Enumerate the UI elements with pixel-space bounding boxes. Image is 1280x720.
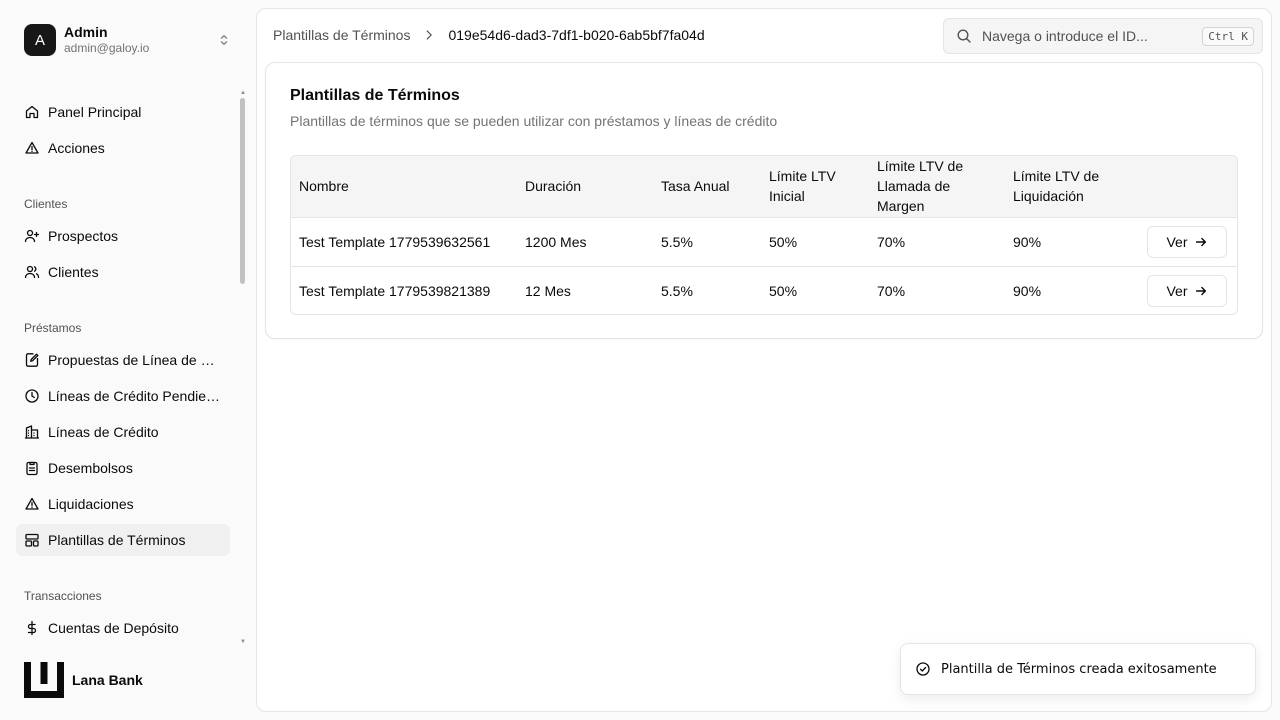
sidebar-item-propuestas[interactable]: Propuestas de Línea de Cr... — [16, 344, 230, 376]
table-row: Test Template 1779539821389 12 Mes 5.5% … — [291, 266, 1237, 314]
column-header-initial-ltv: Límite LTV Inicial — [769, 168, 836, 205]
cell-action: Ver — [1139, 217, 1237, 266]
dollar-icon — [27, 620, 37, 636]
cell-margin-ltv: 70% — [877, 282, 906, 299]
sidebar-item-label: Propuestas de Línea de Cr... — [48, 352, 222, 368]
view-button-label: Ver — [1166, 282, 1188, 299]
sidebar-item-label: Cuentas de Depósito — [48, 620, 179, 636]
sidebar-item-lineas-pendientes[interactable]: Líneas de Crédito Pendient... — [16, 380, 230, 412]
column-header-rate: Tasa Anual — [661, 178, 730, 195]
lana-bank-logo — [24, 662, 64, 698]
home-icon — [25, 105, 39, 119]
search-input[interactable] — [982, 28, 1203, 44]
sidebar-item-label: Líneas de Crédito Pendient... — [48, 388, 222, 404]
user-info: Admin admin@galoy.io — [64, 24, 216, 56]
brand: Lana Bank — [24, 662, 143, 698]
cell-rate: 5.5% — [661, 282, 693, 299]
sidebar-item-lineas-credito[interactable]: Líneas de Crédito — [16, 416, 230, 448]
users-icon — [24, 265, 40, 279]
main-panel: Plantillas de Términos 019e54d6-dad3-7df… — [256, 8, 1272, 712]
alert-triangle-icon — [25, 497, 39, 510]
cell-name: Test Template 1779539821389 — [299, 282, 491, 299]
user-name: Admin — [64, 24, 108, 40]
brand-name: Lana Bank — [72, 672, 143, 688]
scroll-down-arrow[interactable]: ▼ — [239, 639, 247, 645]
sidebar-item-label: Liquidaciones — [48, 496, 134, 512]
sidebar-item-plantillas[interactable]: Plantillas de Términos — [16, 524, 230, 556]
sidebar-item-desembolsos[interactable]: Desembolsos — [16, 452, 230, 484]
user-plus-icon — [24, 229, 40, 243]
breadcrumb: Plantillas de Términos 019e54d6-dad3-7df… — [273, 27, 705, 43]
cell-action: Ver — [1139, 266, 1237, 314]
alert-triangle-icon — [25, 141, 39, 154]
cell-duration: 1200 Mes — [525, 233, 587, 250]
sidebar-item-panel-principal[interactable]: Panel Principal — [16, 96, 230, 128]
search-icon — [957, 29, 971, 43]
column-header-margin-ltv: Límite LTV de Llamada de Margen — [877, 158, 964, 215]
user-email: admin@galoy.io — [64, 41, 150, 55]
sidebar-item-cuentas-deposito[interactable]: Cuentas de Depósito — [16, 612, 230, 644]
clock-icon — [25, 389, 39, 403]
templates-table: Nombre Duración Tasa Anual Límite LTV In… — [290, 155, 1238, 315]
file-edit-icon — [25, 353, 39, 367]
arrow-right-icon — [1195, 237, 1206, 246]
sidebar-item-label: Plantillas de Términos — [48, 532, 186, 548]
sidebar-item-label: Líneas de Crédito — [48, 424, 159, 440]
sidebar-nav: Panel Principal Acciones Clientes Prospe… — [0, 88, 248, 650]
sidebar-scrollbar[interactable] — [240, 98, 245, 284]
sidebar-item-label: Clientes — [48, 264, 99, 280]
sidebar-item-clientes[interactable]: Clientes — [16, 256, 230, 288]
cell-liquidation-ltv: 90% — [1013, 282, 1042, 299]
view-button-label: Ver — [1166, 233, 1188, 250]
column-header-actions — [1139, 156, 1237, 217]
sidebar-item-label: Acciones — [48, 140, 105, 156]
nav-group-label-clientes: Clientes — [24, 197, 68, 211]
cell-initial-ltv: 50% — [769, 282, 798, 299]
clipboard-icon — [26, 461, 38, 476]
terms-templates-card: Plantillas de Términos Plantillas de tér… — [265, 62, 1263, 339]
cell-margin-ltv: 70% — [877, 233, 906, 250]
column-header-liquidation-ltv: Límite LTV de Liquidación — [1013, 168, 1100, 205]
nav-group-label-prestamos: Préstamos — [24, 321, 82, 335]
building-icon — [24, 425, 40, 439]
sidebar-item-prospectos[interactable]: Prospectos — [16, 220, 230, 252]
sidebar-item-label: Panel Principal — [48, 104, 142, 120]
card-description: Plantillas de términos que se pueden uti… — [290, 113, 778, 129]
avatar: A — [24, 24, 56, 56]
sidebar: A Admin admin@galoy.io Panel Principal A… — [0, 0, 256, 720]
nav-group-label-transacciones: Transacciones — [24, 589, 102, 603]
search-box[interactable]: Ctrl K — [943, 18, 1263, 54]
cell-rate: 5.5% — [661, 233, 693, 250]
breadcrumb-current: 019e54d6-dad3-7df1-b020-6ab5bf7fa04d — [448, 27, 705, 43]
sidebar-item-label: Desembolsos — [48, 460, 133, 476]
table-header-row: Nombre Duración Tasa Anual Límite LTV In… — [291, 156, 1237, 217]
user-switcher[interactable]: A Admin admin@galoy.io — [16, 16, 240, 64]
cell-liquidation-ltv: 90% — [1013, 233, 1042, 250]
toast-message: Plantilla de Términos creada exitosament… — [941, 661, 1217, 677]
layout-template-icon — [25, 533, 39, 547]
search-shortcut: Ctrl K — [1202, 26, 1254, 46]
view-button[interactable]: Ver — [1147, 225, 1227, 258]
sidebar-item-liquidaciones[interactable]: Liquidaciones — [16, 488, 230, 520]
sidebar-item-label: Prospectos — [48, 228, 119, 244]
cell-initial-ltv: 50% — [769, 233, 798, 250]
card-title: Plantillas de Términos — [290, 87, 460, 104]
cell-duration: 12 Mes — [525, 282, 571, 299]
breadcrumb-link-plantillas[interactable]: Plantillas de Términos — [273, 27, 410, 43]
sidebar-item-acciones[interactable]: Acciones — [16, 132, 230, 164]
chevrons-up-down-icon — [216, 32, 232, 48]
column-header-name: Nombre — [299, 178, 349, 195]
view-button[interactable]: Ver — [1147, 274, 1227, 307]
cell-name: Test Template 1779539632561 — [299, 233, 491, 250]
chevron-right-icon — [422, 28, 436, 42]
success-toast[interactable]: Plantilla de Términos creada exitosament… — [900, 643, 1256, 695]
scroll-up-arrow[interactable]: ▲ — [239, 90, 247, 96]
check-circle-icon — [916, 662, 930, 676]
table-row: Test Template 1779539632561 1200 Mes 5.5… — [291, 217, 1237, 266]
arrow-right-icon — [1195, 286, 1206, 295]
column-header-duration: Duración — [525, 178, 582, 195]
